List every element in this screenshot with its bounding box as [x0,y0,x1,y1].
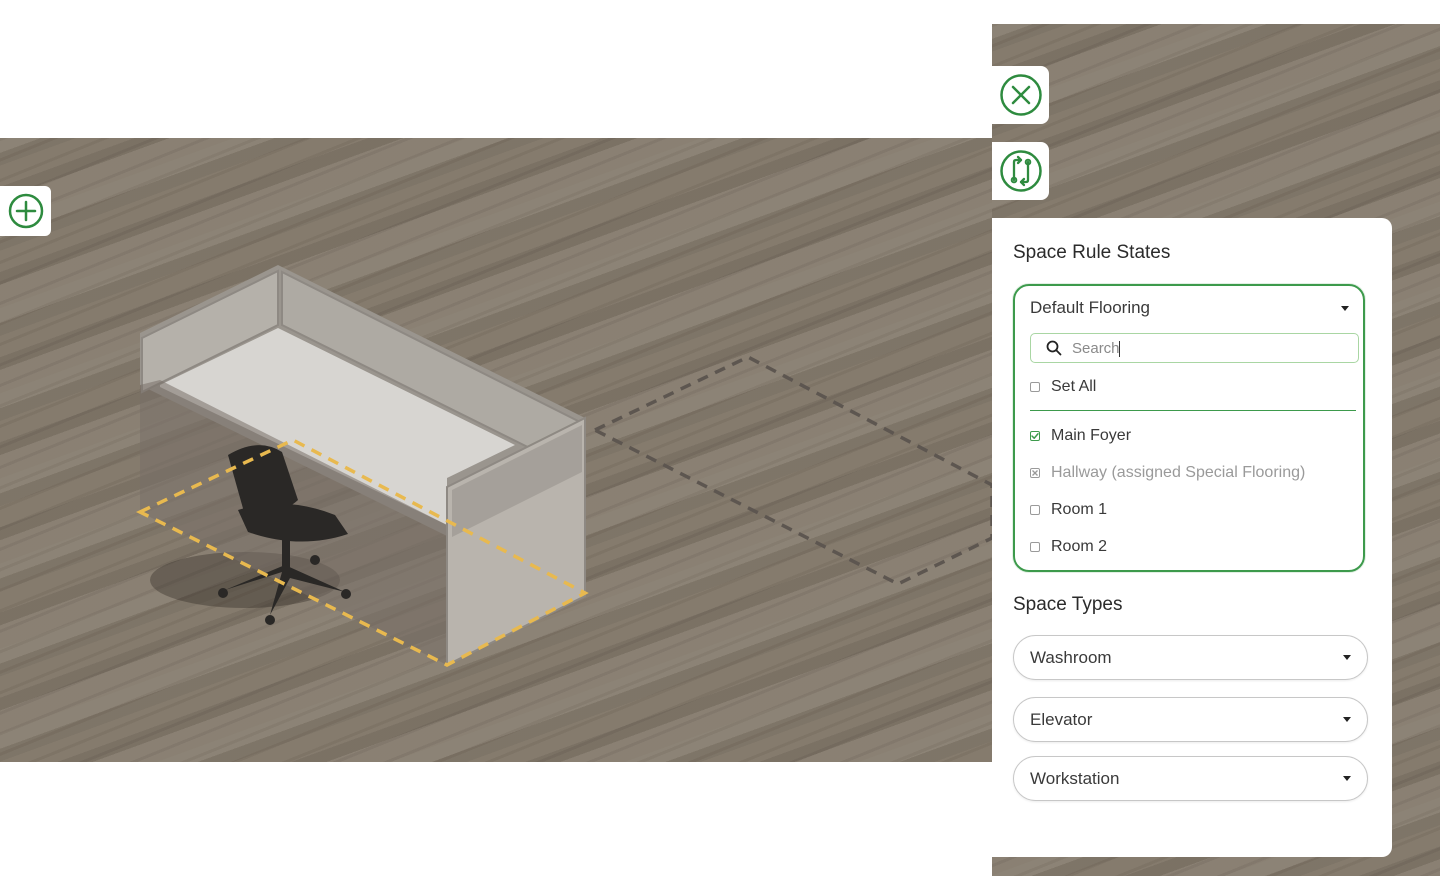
caret-down-icon [1343,717,1351,722]
flooring-dropdown[interactable]: Default Flooring Set All Main Foyer [1013,284,1365,572]
workstation-scene [135,265,992,667]
space-rule-states-title: Space Rule States [1013,242,1171,263]
workstation-dropdown[interactable]: Workstation [1013,756,1368,801]
dropdown-label: Workstation [1030,768,1120,788]
option-room-1[interactable]: Room 1 [1030,499,1107,521]
plus-circle-icon [8,193,43,229]
search-input[interactable] [1072,339,1332,357]
divider [1030,410,1356,411]
washroom-dropdown[interactable]: Washroom [1013,635,1368,680]
cross-icon [1032,470,1038,476]
option-room-2[interactable]: Room 2 [1030,536,1107,558]
flooring-dropdown-toggle[interactable]: Default Flooring [1030,296,1349,320]
close-button[interactable] [992,66,1049,124]
caret-down-icon [1341,305,1349,311]
room-2-checkbox[interactable] [1030,542,1040,552]
set-all-label: Set All [1051,378,1097,395]
empty-zone-outline [591,355,992,586]
caret-down-icon [1343,776,1351,781]
option-main-foyer[interactable]: Main Foyer [1030,425,1131,447]
main-foyer-checkbox[interactable] [1030,431,1040,441]
swap-button[interactable] [992,142,1049,200]
search-field[interactable] [1030,333,1359,363]
option-label: Hallway (assigned Special Flooring) [1051,464,1306,481]
hallway-checkbox [1030,468,1040,478]
set-all-checkbox[interactable] [1030,382,1040,392]
floor-canvas[interactable] [0,138,992,762]
swap-circle-icon [999,150,1042,192]
dropdown-label: Washroom [1030,647,1112,667]
space-settings-panel: Space Rule States Default Flooring Set A… [992,218,1392,857]
flooring-selected-value: Default Flooring [1030,298,1151,317]
set-all-option[interactable]: Set All [1030,376,1096,398]
check-icon [1031,433,1039,439]
close-circle-icon [999,74,1042,116]
dropdown-label: Elevator [1030,709,1093,729]
add-button[interactable] [0,186,51,236]
caret-down-icon [1343,655,1351,660]
option-label: Room 1 [1051,501,1108,518]
space-types-title: Space Types [1013,594,1123,615]
elevator-dropdown[interactable]: Elevator [1013,697,1368,742]
option-hallway: Hallway (assigned Special Flooring) [1030,462,1305,484]
option-label: Main Foyer [1051,427,1132,444]
text-cursor [1119,341,1120,357]
room-1-checkbox[interactable] [1030,505,1040,515]
search-icon [1046,340,1062,356]
option-label: Room 2 [1051,538,1108,555]
